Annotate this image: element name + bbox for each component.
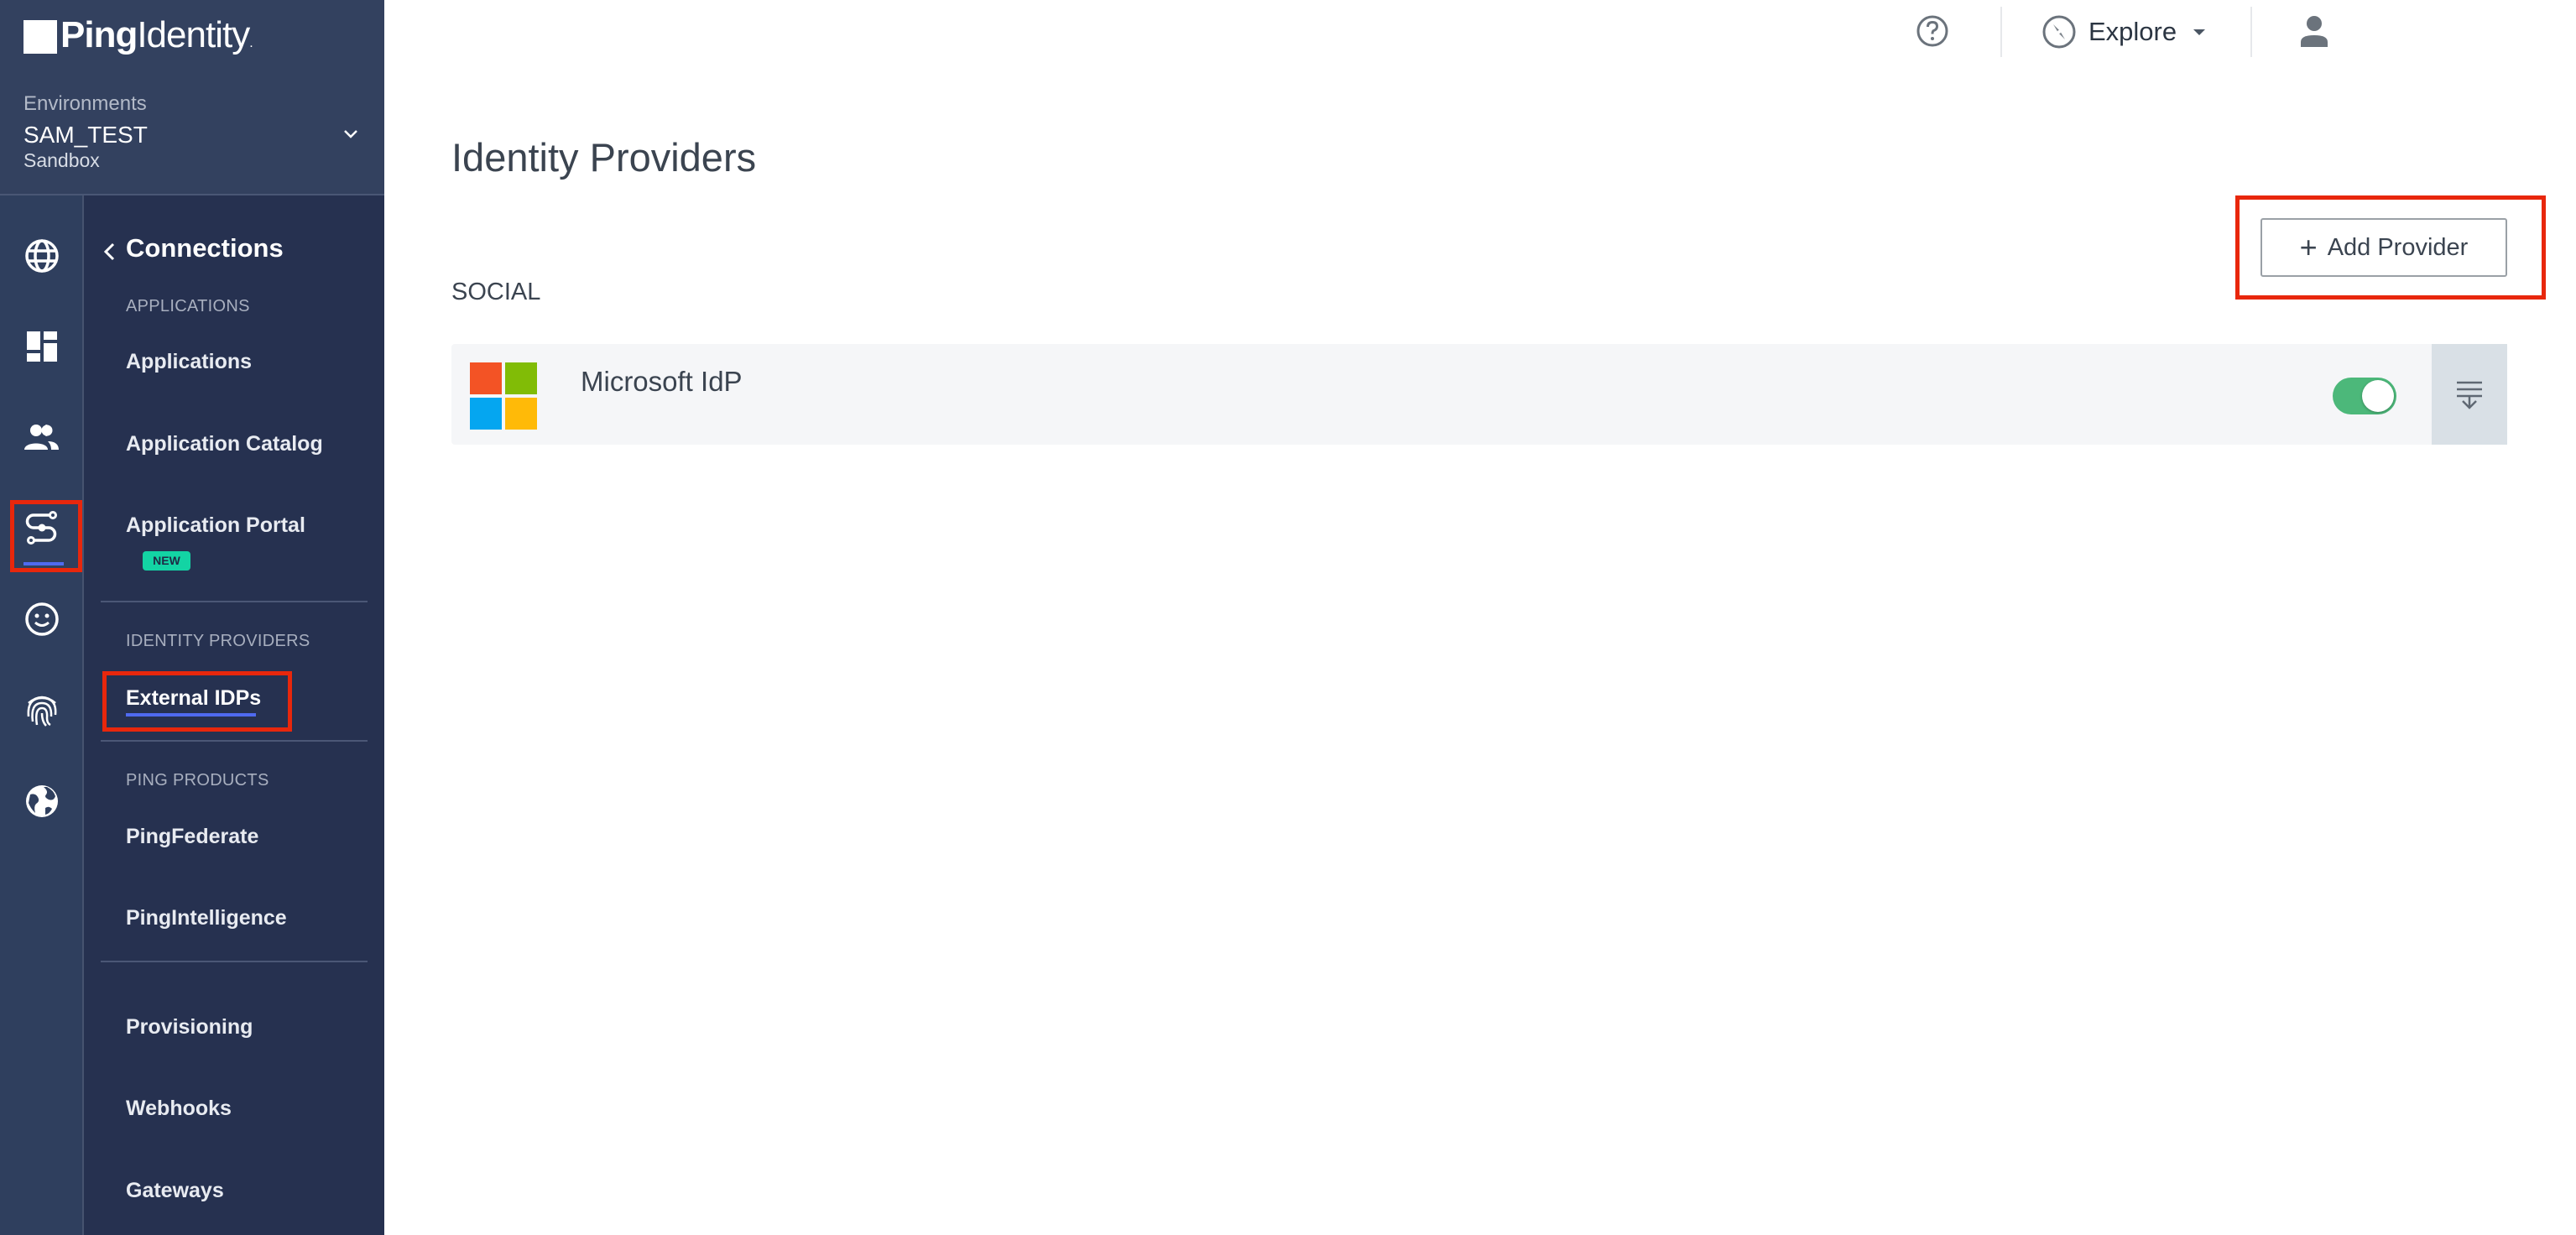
subnav-item-webhooks[interactable]: Webhooks [126,1097,232,1121]
subnav-item-application-catalog[interactable]: Application Catalog [126,432,323,456]
plus-icon: + [2299,230,2318,264]
sidebar-header: PingIdentity. Environments SAM_TEST Sand… [0,0,384,195]
page-title: Identity Providers [451,135,757,180]
dashboard-icon [27,331,57,362]
globe-icon [25,239,59,273]
ms-logo-blue [470,398,502,430]
provider-enabled-toggle[interactable] [2333,378,2396,414]
subnav-item-external-idps[interactable]: External IDPs [126,686,261,711]
subnav-title-connections[interactable]: Connections [126,233,284,263]
subnav-item-provisioning[interactable]: Provisioning [126,1015,253,1040]
environments-label: Environments [23,92,147,115]
explore-menu[interactable]: Explore [2042,12,2206,52]
subnav-item-gateways[interactable]: Gateways [126,1179,224,1203]
sidebar: PingIdentity. Environments SAM_TEST Sand… [0,0,384,1235]
back-chevron-icon[interactable] [102,237,116,267]
row-expand-button[interactable] [2432,344,2507,445]
rail-authentication[interactable] [21,689,63,731]
rail-globe[interactable] [21,235,63,277]
subnav-item-application-portal[interactable]: Application Portal [126,513,305,538]
rail-experiences[interactable] [21,598,63,640]
explore-label: Explore [2088,17,2177,46]
provider-row[interactable]: Microsoft IdP [451,344,2507,445]
provider-name[interactable]: Microsoft IdP [581,366,743,398]
topbar-divider [2250,7,2252,57]
add-provider-label: Add Provider [2327,233,2469,261]
expand-details-icon [2457,381,2482,409]
smiley-icon [25,602,59,636]
logo-bold-text: Ping [60,14,138,55]
subnav-divider [101,601,368,602]
ping-logo-mark [23,20,57,54]
chevron-down-icon[interactable] [341,124,361,144]
rail-users[interactable] [21,417,63,459]
new-badge: NEW [143,551,190,571]
logo-light-text: Identity [137,14,250,55]
help-icon[interactable] [1916,14,1949,48]
toggle-knob [2362,380,2394,412]
subnav-item-pingintelligence[interactable]: PingIntelligence [126,906,287,930]
users-icon [24,425,59,450]
logo-registered-mark: . [249,36,253,50]
subnav-item-pingfederate[interactable]: PingFederate [126,825,258,849]
environment-name[interactable]: SAM_TEST [23,122,148,149]
section-label-applications: APPLICATIONS [126,297,250,315]
ms-logo-red [470,362,502,394]
rail-settings[interactable] [21,780,63,822]
caret-down-icon [2193,29,2206,35]
subnav-item-applications[interactable]: Applications [126,350,252,374]
section-label-ping-products: PING PRODUCTS [126,771,269,789]
ping-identity-logo: PingIdentity. [60,12,253,67]
ms-logo-green [505,362,537,394]
rail-active-indicator [23,562,64,565]
ms-logo-yellow [505,398,537,430]
section-title-social: SOCIAL [451,279,541,305]
topbar-divider [2000,7,2002,57]
subnav-active-indicator [126,713,256,717]
compass-icon [2042,15,2076,49]
subnav-divider [101,740,368,742]
environment-type: Sandbox [23,149,100,171]
subnav-divider [101,961,368,962]
add-provider-button[interactable]: + Add Provider [2261,218,2507,277]
user-icon[interactable] [2296,15,2333,49]
earth-icon [26,785,58,817]
section-label-identity-providers: IDENTITY PROVIDERS [126,632,310,650]
rail-dashboard[interactable] [21,326,63,367]
microsoft-logo-icon [470,362,537,430]
connections-icon [25,511,57,545]
fingerprint-icon [27,696,57,727]
rail-connections[interactable] [21,508,63,550]
